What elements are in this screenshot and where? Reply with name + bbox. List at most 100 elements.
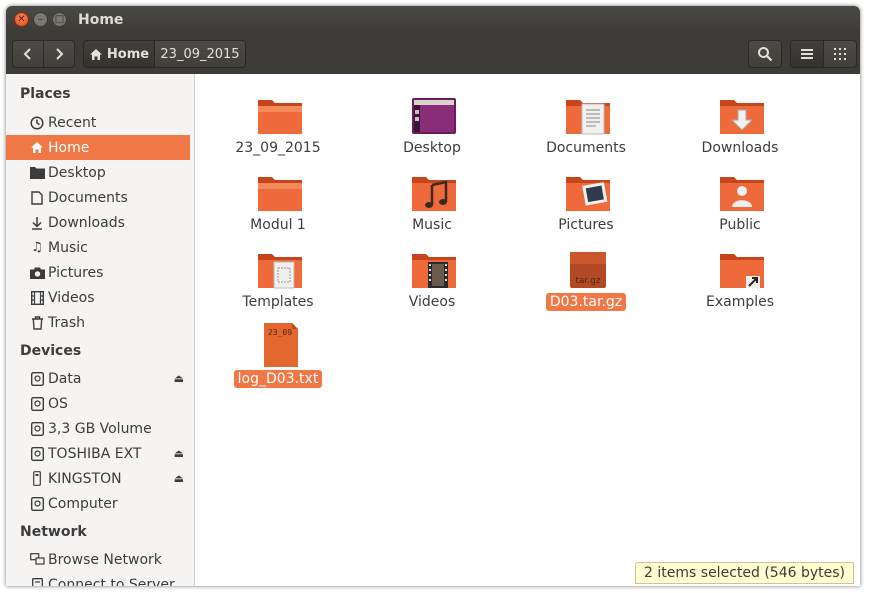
- sidebar-item-label: Desktop: [48, 164, 106, 181]
- list-view-button[interactable]: [790, 40, 824, 68]
- forward-button[interactable]: [43, 40, 75, 68]
- sidebar-item-browse-network[interactable]: Browse Network: [6, 547, 190, 572]
- videos-folder-icon: [412, 254, 456, 288]
- file-item-videos[interactable]: Videos: [357, 236, 507, 310]
- file-item-d03-tar-gz[interactable]: tar.gz D03.tar.gz: [511, 236, 661, 311]
- chevron-right-icon: [56, 48, 64, 60]
- file-item-log-d03-txt[interactable]: 23_09 log_D03.txt: [203, 313, 353, 388]
- file-label: 23_09_2015: [235, 140, 321, 156]
- file-item-desktop[interactable]: Desktop: [357, 82, 507, 156]
- back-button[interactable]: [12, 40, 44, 68]
- downloads-folder-icon: [720, 100, 764, 134]
- folder-icon: [29, 165, 45, 181]
- close-window-button[interactable]: ✕: [14, 12, 29, 27]
- eject-icon[interactable]: ⏏: [174, 472, 184, 485]
- drive-icon: [29, 421, 45, 437]
- sidebar-item-home[interactable]: Home: [6, 135, 190, 160]
- file-view[interactable]: 23_09_2015 Desktop Documents Downloads M…: [195, 74, 860, 586]
- network-header: Network: [20, 524, 87, 540]
- sidebar-item-music[interactable]: ♫ Music: [6, 235, 190, 260]
- file-item-pictures[interactable]: Pictures: [511, 159, 661, 233]
- text-file-icon: 23_09: [264, 323, 298, 367]
- text-file-icon-label: 23_09: [268, 328, 292, 337]
- templates-folder-icon: [258, 254, 302, 289]
- search-icon: [758, 47, 773, 62]
- file-item-music[interactable]: Music: [357, 159, 507, 233]
- clock-icon: [29, 115, 45, 131]
- drive-icon: [29, 396, 45, 412]
- breadcrumb-home-label: Home: [106, 46, 150, 62]
- file-label: Public: [719, 217, 761, 233]
- grid-view-icon: [834, 48, 846, 60]
- drive-icon: [29, 446, 45, 462]
- file-label: D03.tar.gz: [545, 293, 627, 311]
- file-item-templates[interactable]: Templates: [203, 236, 353, 310]
- file-label: Examples: [705, 294, 775, 310]
- usb-drive-icon: [29, 471, 45, 487]
- file-label: Videos: [408, 294, 456, 310]
- search-button[interactable]: [748, 40, 782, 68]
- file-label: Desktop: [403, 140, 461, 156]
- file-label: log_D03.txt: [233, 370, 323, 388]
- public-folder-icon: [720, 177, 764, 211]
- sidebar-item-label: Computer: [48, 495, 118, 512]
- music-note-icon: ♫: [31, 240, 43, 255]
- file-item-examples[interactable]: Examples: [665, 236, 815, 310]
- minimize-window-button[interactable]: –: [33, 12, 48, 27]
- document-icon: [29, 190, 45, 206]
- trash-icon: [29, 315, 45, 331]
- places-header: Places: [20, 86, 71, 102]
- title-bar[interactable]: ✕ – □ Home: [6, 6, 860, 34]
- documents-folder-icon: [566, 100, 610, 135]
- file-manager-window: ✕ – □ Home Home 23_09_2015 Places Recent…: [6, 6, 860, 586]
- sidebar-item-toshiba[interactable]: TOSHIBA EXT ⏏: [6, 441, 190, 466]
- sidebar-item-connect-server[interactable]: Connect to Server: [6, 572, 190, 586]
- sidebar-item-volume[interactable]: 3,3 GB Volume: [6, 416, 190, 441]
- sidebar-item-label: Home: [48, 139, 90, 156]
- desktop-icon: [412, 98, 456, 134]
- file-item-downloads[interactable]: Downloads: [665, 82, 815, 156]
- drive-icon: [29, 496, 45, 512]
- grid-view-button[interactable]: [823, 40, 857, 68]
- eject-icon[interactable]: ⏏: [174, 372, 184, 385]
- sidebar-item-os[interactable]: OS: [6, 391, 190, 416]
- maximize-window-button[interactable]: □: [52, 12, 67, 27]
- window-title: Home: [78, 12, 124, 28]
- sidebar-item-pictures[interactable]: Pictures: [6, 260, 190, 285]
- devices-header: Devices: [20, 343, 82, 359]
- file-item-23-09-2015[interactable]: 23_09_2015: [203, 82, 353, 156]
- sidebar-item-data[interactable]: Data ⏏: [6, 366, 190, 391]
- status-bar: 2 items selected (546 bytes): [635, 562, 854, 584]
- file-item-public[interactable]: Public: [665, 159, 815, 233]
- breadcrumb-23-09-2015[interactable]: 23_09_2015: [154, 40, 246, 68]
- sidebar-item-downloads[interactable]: Downloads: [6, 210, 190, 235]
- sidebar-item-documents[interactable]: Documents: [6, 185, 190, 210]
- file-label: Documents: [546, 140, 626, 156]
- sidebar-item-label: Connect to Server: [48, 576, 175, 587]
- examples-folder-icon: [720, 254, 764, 288]
- sidebar-item-kingston[interactable]: KINGSTON ⏏: [6, 466, 190, 491]
- sidebar-item-videos[interactable]: Videos: [6, 285, 190, 310]
- sidebar-item-desktop[interactable]: Desktop: [6, 160, 190, 185]
- sidebar-item-label: 3,3 GB Volume: [48, 420, 152, 437]
- sidebar-item-recent[interactable]: Recent: [6, 110, 190, 135]
- file-label: Pictures: [558, 217, 614, 233]
- sidebar-item-trash[interactable]: Trash: [6, 310, 190, 335]
- breadcrumb-home[interactable]: Home: [83, 40, 155, 68]
- file-label: Templates: [242, 294, 314, 310]
- music-folder-icon: [412, 177, 456, 211]
- archive-icon-label: tar.gz: [575, 276, 600, 286]
- file-item-documents[interactable]: Documents: [511, 82, 661, 156]
- file-item-modul-1[interactable]: Modul 1: [203, 159, 353, 233]
- file-label: Music: [412, 217, 452, 233]
- sidebar-item-label: Pictures: [48, 264, 104, 281]
- sidebar-item-label: Music: [48, 239, 88, 256]
- toolbar: Home 23_09_2015: [6, 34, 860, 74]
- pictures-folder-icon: [566, 177, 610, 211]
- sidebar-item-computer[interactable]: Computer: [6, 491, 190, 516]
- list-view-icon: [801, 49, 813, 59]
- sidebar-item-label: KINGSTON: [48, 470, 122, 487]
- archive-icon: tar.gz: [570, 252, 606, 288]
- eject-icon[interactable]: ⏏: [174, 447, 184, 460]
- sidebar-item-label: TOSHIBA EXT: [48, 445, 142, 462]
